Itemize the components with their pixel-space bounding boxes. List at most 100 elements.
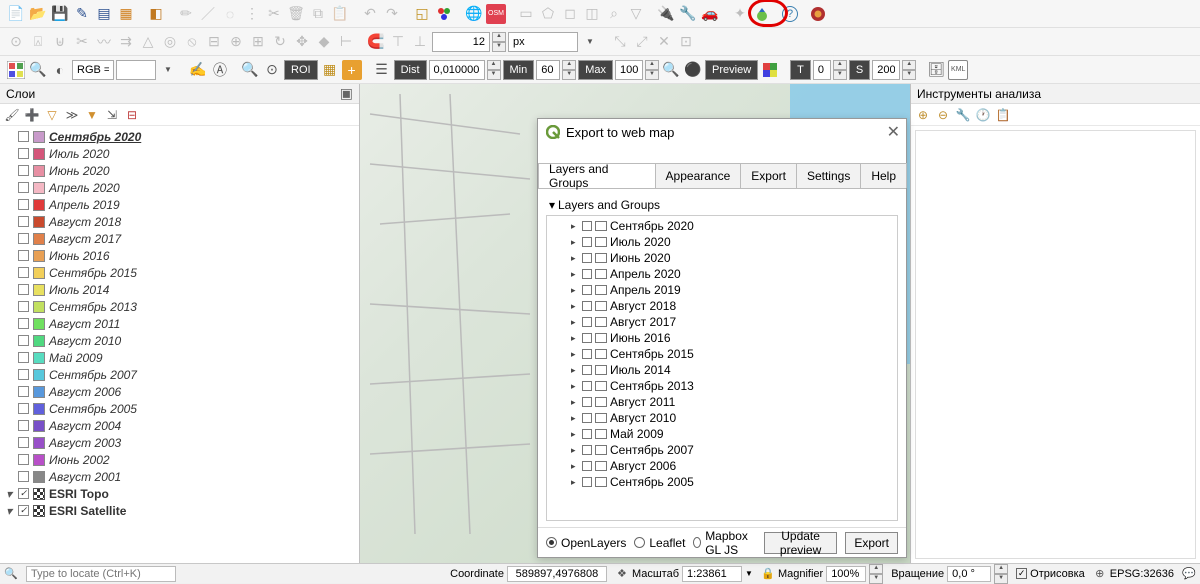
orfeo-icon[interactable] [808, 4, 828, 24]
layer-filter2-icon[interactable]: ▼ [84, 107, 100, 123]
raster-icon[interactable]: ◱ [412, 4, 432, 24]
adv2-icon[interactable]: ⤢ [632, 32, 652, 52]
tree-row[interactable]: ▸Август 2017 [549, 314, 895, 330]
tree-row[interactable]: ▸Апрель 2020 [549, 266, 895, 282]
layer-row[interactable]: Август 2006 [4, 383, 355, 400]
tree-checkbox[interactable] [582, 333, 592, 343]
roi-grid-icon[interactable]: ▦ [320, 60, 340, 80]
tree-expand-icon[interactable]: ▸ [571, 397, 579, 408]
tree-row[interactable]: ▸Август 2018 [549, 298, 895, 314]
t-spinner[interactable]: ▲▼ [833, 60, 847, 80]
layer-visibility-checkbox[interactable]: ✓ [18, 488, 29, 499]
radio-openlayers[interactable]: OpenLayers [546, 536, 626, 550]
dialog-tab[interactable]: Export [740, 163, 797, 188]
deselect-icon[interactable]: ◻ [560, 4, 580, 24]
node-tool-icon[interactable]: ⊙ [6, 32, 26, 52]
tree-expand-icon[interactable]: ▸ [571, 333, 579, 344]
redo-icon[interactable]: ↷ [382, 4, 402, 24]
topo2-icon[interactable]: ⊥ [410, 32, 430, 52]
layer-visibility-checkbox[interactable] [18, 369, 29, 380]
tree-row[interactable]: ▸Август 2006 [549, 458, 895, 474]
tree-row[interactable]: ▸Июнь 2020 [549, 250, 895, 266]
tree-expand-icon[interactable]: ▸ [571, 365, 579, 376]
tree-row[interactable]: ▸Май 2009 [549, 426, 895, 442]
style-icon[interactable]: ◧ [146, 4, 166, 24]
filter-icon[interactable]: ▽ [626, 4, 646, 24]
lock-icon[interactable]: 🔒 [761, 567, 775, 581]
circle-icon[interactable]: ⊙ [262, 60, 282, 80]
dialog-tab[interactable]: Appearance [655, 163, 742, 188]
sb-crs[interactable]: ⊕ EPSG:32636 [1093, 567, 1174, 581]
new-project-icon[interactable]: 📄 [6, 4, 26, 24]
snap-unit-select[interactable] [508, 32, 578, 52]
tree-row[interactable]: ▸Апрель 2019 [549, 282, 895, 298]
layer-visibility-checkbox[interactable] [18, 420, 29, 431]
tree-expand-icon[interactable]: ▸ [571, 253, 579, 264]
tree-checkbox[interactable] [582, 317, 592, 327]
layer-visibility-checkbox[interactable] [18, 335, 29, 346]
edit-vertex-icon[interactable]: ⋮ [242, 4, 262, 24]
auto-icon[interactable]: Ⓐ [210, 60, 230, 80]
layer-row[interactable]: Сентябрь 2005 [4, 400, 355, 417]
tree-expand-icon[interactable]: ▸ [571, 317, 579, 328]
layer-visibility-checkbox[interactable] [18, 437, 29, 448]
preview-button[interactable]: Preview [705, 60, 758, 80]
fill-ring-icon[interactable]: ◎ [160, 32, 180, 52]
layer-row[interactable]: Июнь 2002 [4, 451, 355, 468]
layer-visibility-checkbox[interactable] [18, 284, 29, 295]
tree-checkbox[interactable] [582, 253, 592, 263]
semiauto-icon[interactable] [6, 60, 26, 80]
layer-expand-icon[interactable]: ≫ [64, 107, 80, 123]
layer-row[interactable]: ▾✓ESRI Topo [4, 485, 355, 502]
select-poly-icon[interactable]: ⬠ [538, 4, 558, 24]
messages-icon[interactable]: 💬 [1182, 567, 1196, 581]
tree-row[interactable]: ▸Сентябрь 2015 [549, 346, 895, 362]
dist-input[interactable] [429, 60, 485, 80]
layer-row[interactable]: Май 2009 [4, 349, 355, 366]
split-icon[interactable]: ✂ [72, 32, 92, 52]
search-icon[interactable]: 🔍 [28, 60, 48, 80]
quad-icon[interactable] [760, 60, 780, 80]
tree-checkbox[interactable] [582, 445, 592, 455]
analysis-icon5[interactable]: 📋 [995, 107, 1011, 123]
max-input[interactable] [615, 60, 643, 80]
osm-icon[interactable]: OSM [486, 4, 506, 24]
add-ring-icon[interactable]: ⊕ [226, 32, 246, 52]
search2-icon[interactable]: 🔍 [240, 60, 260, 80]
del-ring-icon[interactable]: ⦸ [182, 32, 202, 52]
tree-checkbox[interactable] [582, 429, 592, 439]
layer-row[interactable]: Апрель 2019 [4, 196, 355, 213]
layer-remove-icon[interactable]: ⊟ [124, 107, 140, 123]
dialog-close-button[interactable]: ✕ [887, 122, 900, 142]
expand-icon[interactable]: ▾ [4, 504, 14, 518]
magnifier-spinner[interactable]: ▲▼ [869, 564, 883, 584]
analysis-icon2[interactable]: ⊖ [935, 107, 951, 123]
layer-visibility-checkbox[interactable] [18, 301, 29, 312]
colors-icon[interactable] [434, 4, 454, 24]
radio-mapbox[interactable]: Mapbox GL JS [693, 529, 755, 557]
preview-ball-icon[interactable]: ⚫ [683, 60, 703, 80]
tree-expand-icon[interactable]: ▸ [571, 477, 579, 488]
tree-expand-icon[interactable]: ▸ [571, 301, 579, 312]
layer-style-icon[interactable]: 🖌 [4, 107, 20, 123]
layer-visibility-checkbox[interactable] [18, 165, 29, 176]
adv4-icon[interactable]: ⊡ [676, 32, 696, 52]
tree-row[interactable]: ▸Сентябрь 2005 [549, 474, 895, 490]
layer-visibility-checkbox[interactable] [18, 471, 29, 482]
palette-icon[interactable]: ◐ [50, 60, 70, 80]
tree-checkbox[interactable] [582, 285, 592, 295]
tree-row[interactable]: ▸Сентябрь 2007 [549, 442, 895, 458]
tree-expand-icon[interactable]: ▸ [571, 237, 579, 248]
undo-icon[interactable]: ↶ [360, 4, 380, 24]
layer-row[interactable]: Сентябрь 2015 [4, 264, 355, 281]
rotation-input[interactable] [947, 566, 991, 582]
analysis-icon1[interactable]: ⊕ [915, 107, 931, 123]
tree-row[interactable]: ▸Июль 2020 [549, 234, 895, 250]
tree-checkbox[interactable] [582, 221, 592, 231]
layers-panel-close[interactable]: ▣ [340, 85, 353, 102]
tree-expand-icon[interactable]: ▸ [571, 461, 579, 472]
copy-icon[interactable]: ⧉ [308, 4, 328, 24]
export-button[interactable]: Export [845, 532, 898, 554]
tree-row[interactable]: ▸Август 2010 [549, 410, 895, 426]
tree-checkbox[interactable] [582, 381, 592, 391]
